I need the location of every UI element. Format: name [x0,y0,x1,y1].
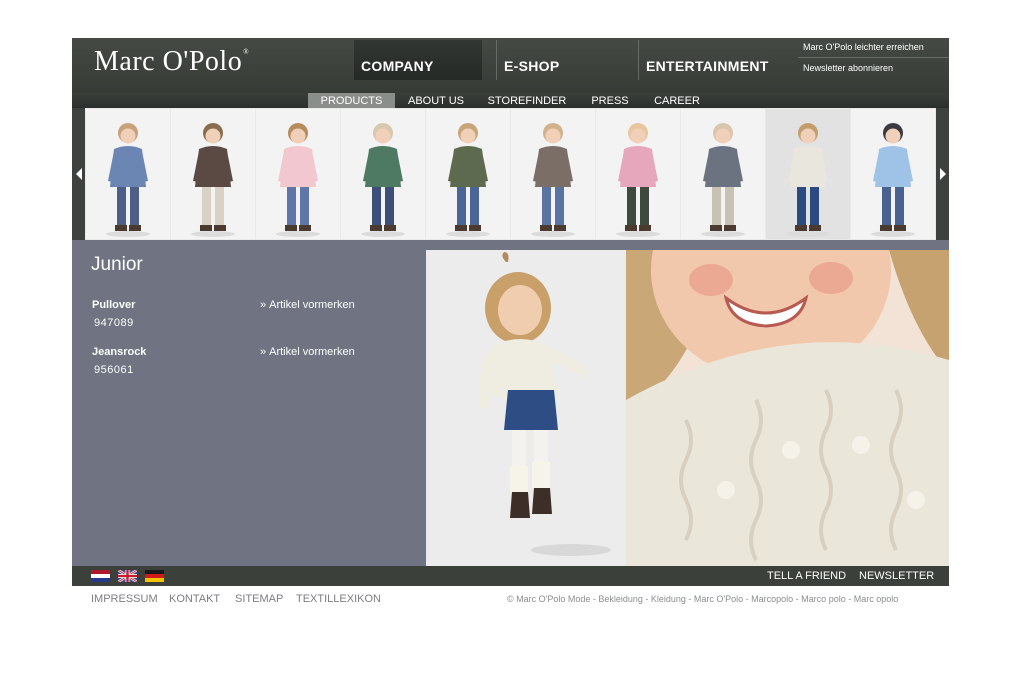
product-photo-full [426,250,626,566]
product-thumbnail[interactable] [256,109,340,239]
child-model-illustration [701,123,745,237]
product-thumbnail[interactable] [86,109,170,239]
product-thumbnail[interactable] [511,109,595,239]
copyright-text: © Marc O'Polo Mode - Bekleidung - Kleidu… [507,594,899,604]
child-model-illustration [446,123,490,237]
child-model-illustration [786,123,830,237]
subnav-career[interactable]: CAREER [646,93,708,108]
child-model-illustration [276,123,320,237]
product-thumbnail[interactable] [341,109,425,239]
product-thumbnail[interactable] [596,109,680,239]
nav-company[interactable]: COMPANY [354,40,482,80]
child-model-illustration [531,123,575,237]
textillexikon-link[interactable]: TEXTILLEXIKON [296,593,381,605]
triangle-left-icon [75,168,82,180]
child-model-illustration [616,123,660,237]
subnav-products[interactable]: PRODUCTS [308,93,395,108]
child-model-illustration [871,123,915,237]
bookmark-pullover-link[interactable]: » Artikel vormerken [260,299,355,311]
product-thumbnail[interactable] [426,109,510,239]
product-thumbnail[interactable] [851,109,935,239]
sub-navigation: PRODUCTS ABOUT US STOREFINDER PRESS CARE… [72,93,949,108]
subnav-press[interactable]: PRESS [584,93,636,108]
triangle-right-icon [939,168,946,180]
double-chevron-right-icon: » [260,299,267,311]
impressum-link[interactable]: IMPRESSUM [91,593,158,605]
bookmark-jeansrock-link[interactable]: » Artikel vormerken [260,346,355,358]
scroll-right-button[interactable] [936,108,949,240]
flag-nl-icon[interactable] [91,570,110,582]
sitemap-link[interactable]: SITEMAP [235,593,283,605]
child-model-illustration [106,123,150,237]
flag-de-icon[interactable] [145,570,164,582]
scroll-left-button[interactable] [72,108,85,240]
tell-a-friend-link[interactable]: TELL A FRIEND [767,570,846,582]
header: Marc O'Polo® COMPANY E-SHOP ENTERTAINMEN… [72,38,949,93]
marc-opolo-logo[interactable]: Marc O'Polo® [94,46,249,78]
subnav-about-us[interactable]: ABOUT US [400,93,472,108]
product-thumbnail-strip [72,108,949,240]
product-name-pullover: Pullover [92,299,136,311]
subnav-storefinder[interactable]: STOREFINDER [482,93,572,108]
newsletter-subscribe-link[interactable]: Newsletter abonnieren [798,59,949,79]
product-thumbnail[interactable] [171,109,255,239]
nav-e-shop[interactable]: E-SHOP [496,40,636,80]
double-chevron-right-icon: » [260,346,267,358]
nav-entertainment[interactable]: ENTERTAINMENT [638,40,796,80]
product-photo-detail [626,250,949,566]
child-model-illustration [361,123,405,237]
child-model-illustration [191,123,235,237]
product-code-pullover: 947089 [94,317,134,329]
girl-closeup-illustration [626,250,949,566]
product-code-jeansrock: 956061 [94,364,134,376]
contact-link[interactable]: Marc O'Polo leichter erreichen [798,38,949,58]
footer-bar: TELL A FRIEND NEWSLETTER [72,566,949,586]
page-frame: Marc O'Polo® COMPANY E-SHOP ENTERTAINMEN… [72,38,949,586]
category-title: Junior [91,254,143,275]
newsletter-link[interactable]: NEWSLETTER [859,570,934,582]
product-name-jeansrock: Jeansrock [92,346,147,358]
thumbnail-list [86,109,936,239]
kontakt-link[interactable]: KONTAKT [169,593,220,605]
product-thumbnail[interactable] [766,109,850,239]
jumping-girl-illustration [426,250,626,566]
product-thumbnail[interactable] [681,109,765,239]
flag-uk-icon[interactable] [118,570,137,582]
